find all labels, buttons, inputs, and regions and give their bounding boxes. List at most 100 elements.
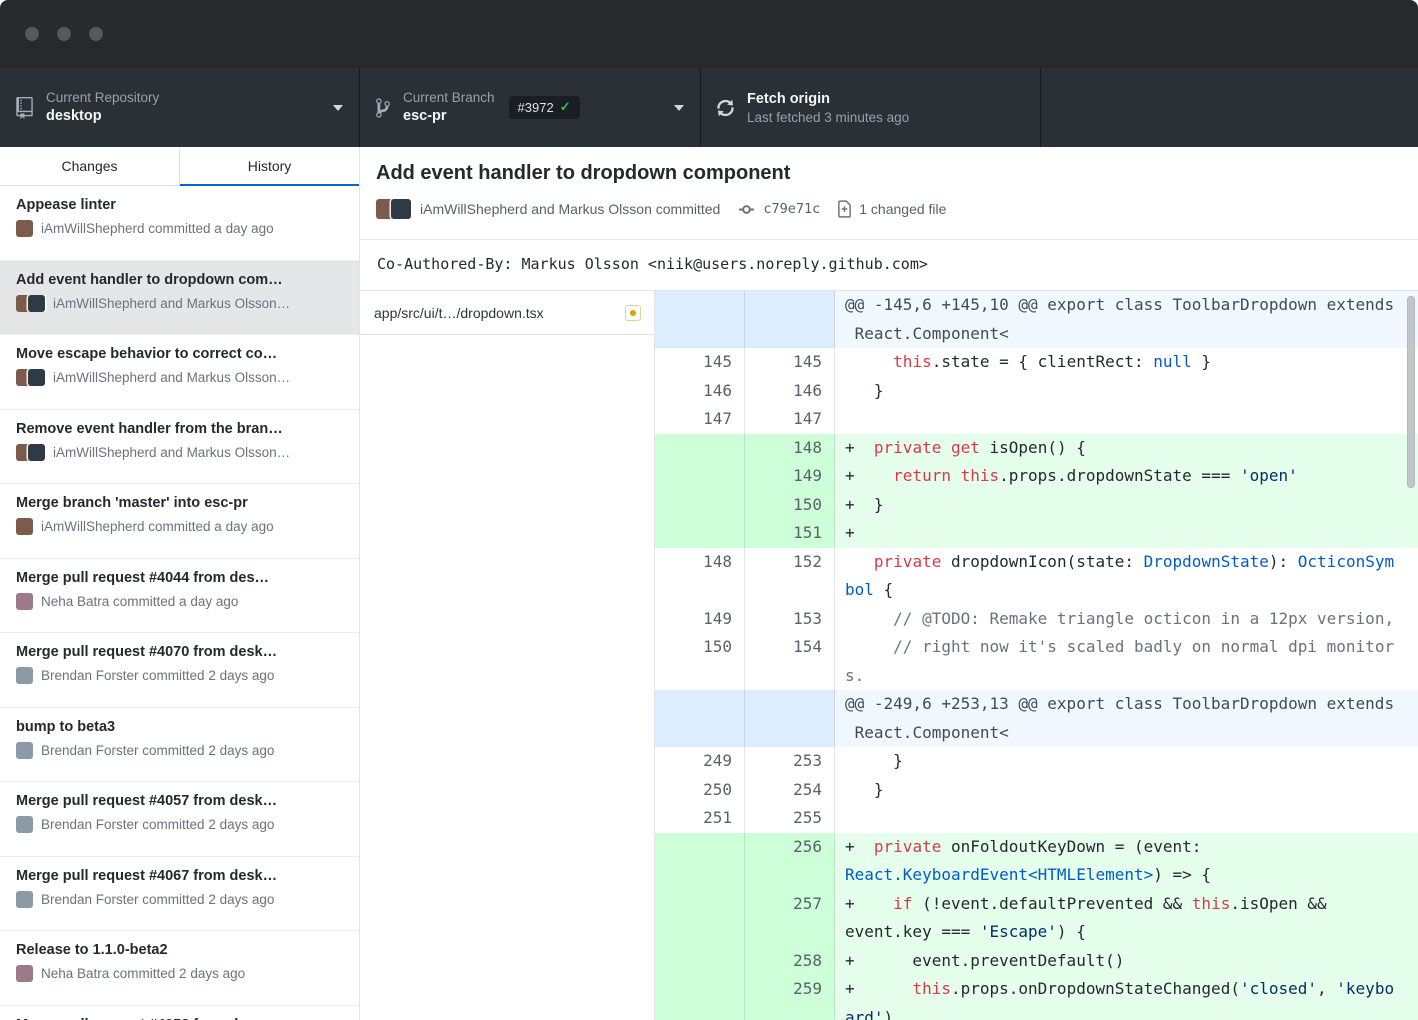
commit-item-byline: Brendan Forster committed 2 days ago [16,742,343,759]
commit-item-title: Release to 1.1.0-beta2 [16,942,343,958]
new-line-number: 145 [745,348,835,377]
commit-list-item[interactable]: Merge pull request #4057 from desk…Brend… [0,782,359,857]
tab-history[interactable]: History [180,147,359,185]
new-line-number: 154 [745,633,835,690]
commit-item-byline: iAmWillShepherd committed a day ago [16,220,343,237]
commit-list-item[interactable]: Merge pull request #4044 from des…Neha B… [0,559,359,634]
old-line-number: 250 [655,776,745,805]
commit-list-item[interactable]: Merge pull request #4067 from desk…Brend… [0,857,359,932]
commit-list-item[interactable]: bump to beta3 Brendan Forster committed 2… [0,708,359,783]
pr-number: #3972 [518,100,554,115]
file-list-item[interactable]: app/src/ui/t…/dropdown.tsx [360,291,654,335]
diff-row: 249253 } [655,747,1418,776]
commit-list-item[interactable]: Merge branch 'master' into esc-pr iAmWill… [0,484,359,559]
commit-detail-pane: Add event handler to dropdown component … [360,147,1418,1020]
commit-item-avatars [16,965,33,982]
diff-code-line: private dropdownIcon(state: DropdownStat… [835,548,1418,605]
old-line-number [655,519,745,548]
commit-item-byline-text: Brendan Forster committed 2 days ago [41,668,274,683]
commit-hash-group: c79e71c [737,201,820,218]
new-line-number: 147 [745,405,835,434]
commit-item-byline: Brendan Forster committed 2 days ago [16,816,343,833]
old-line-number: 146 [655,377,745,406]
diff-row: 257+ if (!event.defaultPrevented && this… [655,890,1418,947]
close-button[interactable] [25,27,39,41]
branch-picker[interactable]: Current Branch esc-pr #3972 ✓ [360,68,701,147]
diff-code-line: } [835,377,1418,406]
diff-code-line [835,804,1418,833]
commit-item-avatars [16,667,33,684]
branch-name: esc-pr [403,107,495,126]
tab-changes[interactable]: Changes [0,147,180,185]
avatar [16,220,33,237]
diff-code-line: + [835,519,1418,548]
old-line-number: 249 [655,747,745,776]
avatar [16,965,33,982]
old-line-number [655,947,745,976]
avatar [391,199,411,219]
modified-status-icon [625,305,641,321]
commit-item-byline: iAmWillShepherd and Markus Olsson… [16,369,343,386]
toolbar: Current Repository desktop Current Branc… [0,68,1418,147]
branch-label: Current Branch [403,89,495,107]
commit-item-byline-text: Brendan Forster committed 2 days ago [41,743,274,758]
commit-list-item[interactable]: Move escape behavior to correct co…iAmWi… [0,335,359,410]
avatar [16,518,33,535]
commit-list-item[interactable]: Merge pull request #4070 from desk…Brend… [0,633,359,708]
commit-item-avatars [16,742,33,759]
commit-item-byline-text: iAmWillShepherd and Markus Olsson… [53,296,290,311]
old-line-number [655,890,745,947]
diff-row: 151+ [655,519,1418,548]
commit-list-item[interactable]: Merge pull request #4052 from des… [0,1006,359,1020]
toolbar-empty-space [1041,68,1418,147]
diff-row: 259+ this.props.onDropdownStateChanged('… [655,975,1418,1020]
commit-item-byline-text: Brendan Forster committed 2 days ago [41,817,274,832]
diff-row: 149153 // @TODO: Remake triangle octicon… [655,605,1418,634]
minimize-button[interactable] [57,27,71,41]
new-line-number: 152 [745,548,835,605]
commit-item-byline-text: iAmWillShepherd and Markus Olsson… [53,445,290,460]
commit-list-item[interactable]: Remove event handler from the bran…iAmWi… [0,410,359,485]
diff-row: 250254 } [655,776,1418,805]
scrollbar-thumb[interactable] [1407,296,1415,488]
old-line-number [655,975,745,1020]
commit-item-title: Merge pull request #4067 from desk… [16,868,343,884]
old-line-number [655,690,745,747]
fetch-origin-button[interactable]: Fetch origin Last fetched 3 minutes ago [701,68,1041,147]
commit-item-title: Merge branch 'master' into esc-pr [16,495,343,511]
commit-list-item[interactable]: Appease linteriAmWillShepherd committed … [0,186,359,261]
avatar [28,295,45,312]
commit-item-byline-text: iAmWillShepherd and Markus Olsson… [53,370,290,385]
diff-code-line: + return this.props.dropdownState === 'o… [835,462,1418,491]
diff-code-line: @@ -145,6 +145,10 @@ export class Toolba… [835,291,1418,348]
diff-row: 150154 // right now it's scaled badly on… [655,633,1418,690]
commit-item-byline: iAmWillShepherd and Markus Olsson… [16,295,343,312]
commit-item-byline-text: iAmWillShepherd committed a day ago [41,221,274,236]
commit-list-item[interactable]: Release to 1.1.0-beta2 Neha Batra committ… [0,931,359,1006]
commit-list-item[interactable]: Add event handler to dropdown com…iAmWil… [0,261,359,336]
changed-files-group: 1 changed file [837,200,946,218]
committer-avatars [376,199,411,219]
sidebar: Changes History Appease linteriAmWillShe… [0,147,360,1020]
zoom-button[interactable] [89,27,103,41]
commit-item-title: bump to beta3 [16,719,343,735]
window-controls [25,27,103,41]
diff-code-line [835,405,1418,434]
old-line-number: 251 [655,804,745,833]
diff-area: app/src/ui/t…/dropdown.tsx @@ -145,6 +14… [360,291,1418,1020]
repository-picker[interactable]: Current Repository desktop [0,68,360,147]
sync-icon [717,97,734,119]
diff-code-line: + if (!event.defaultPrevented && this.is… [835,890,1418,947]
new-line-number: 258 [745,947,835,976]
repository-label: Current Repository [46,89,159,107]
commit-item-avatars [16,444,45,461]
commit-item-byline-text: Neha Batra committed 2 days ago [41,966,245,981]
commit-item-byline: Neha Batra committed a day ago [16,593,343,610]
commit-item-byline-text: iAmWillShepherd committed a day ago [41,519,274,534]
changed-files-panel: app/src/ui/t…/dropdown.tsx [360,291,655,1020]
diff-code-line: + this.props.onDropdownStateChanged('clo… [835,975,1418,1020]
new-line-number: 253 [745,747,835,776]
commit-item-avatars [16,295,45,312]
new-line-number: 256 [745,833,835,890]
diff-code-line: + private onFoldoutKeyDown = (event: Rea… [835,833,1418,890]
